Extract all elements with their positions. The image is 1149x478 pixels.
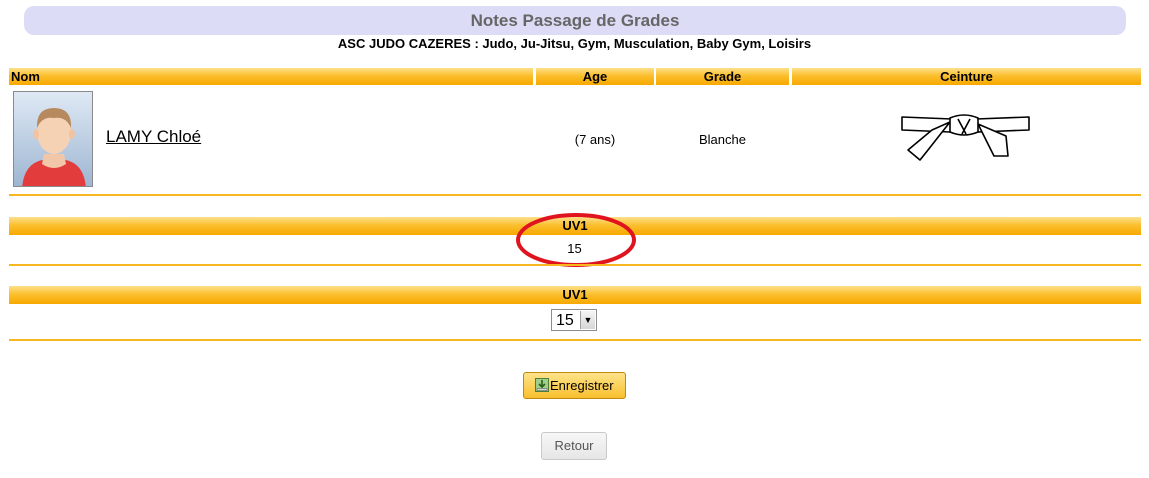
back-button[interactable]: Retour <box>541 432 607 460</box>
highlight-circle <box>516 213 636 267</box>
save-button[interactable]: Enregistrer <box>523 372 626 399</box>
grade-value: Blanche <box>699 132 746 147</box>
section-divider <box>9 264 1141 266</box>
save-download-icon <box>535 378 549 392</box>
page-title: Notes Passage de Grades <box>470 11 680 30</box>
row-divider <box>9 194 1141 196</box>
club-subtitle: ASC JUDO CAZERES : Judo, Ju-Jitsu, Gym, … <box>337 36 812 51</box>
save-button-label: Enregistrer <box>550 378 614 393</box>
column-header-nom: Nom <box>9 68 533 85</box>
column-header-age: Age <box>536 68 654 85</box>
uv1-grade-select[interactable]: 15 ▼ <box>551 309 597 331</box>
avatar <box>13 91 93 187</box>
age-value: (7 ans) <box>574 132 616 147</box>
white-belt-icon <box>901 114 1030 161</box>
column-header-grade: Grade <box>656 68 789 85</box>
column-header-ceinture: Ceinture <box>792 68 1141 85</box>
uv1-select-value: 15 <box>556 312 574 329</box>
person-avatar-icon <box>22 108 86 186</box>
chevron-down-icon[interactable]: ▼ <box>580 311 595 329</box>
page-title-bar: Notes Passage de Grades <box>24 6 1126 35</box>
uv1-form-header: UV1 <box>9 286 1141 304</box>
form-divider <box>9 339 1141 341</box>
member-name-link[interactable]: LAMY Chloé <box>106 127 201 147</box>
